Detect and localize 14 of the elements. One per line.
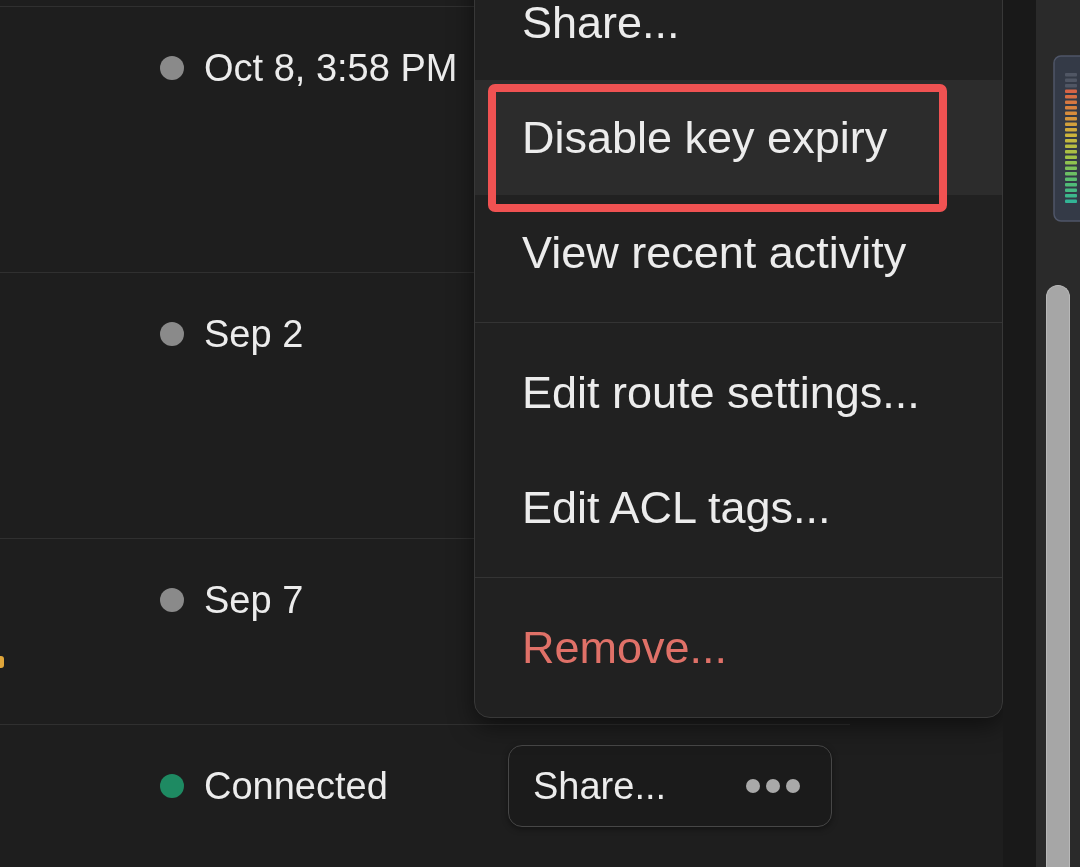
- menu-item[interactable]: Edit route settings...: [475, 335, 1002, 450]
- menu-item[interactable]: Share...: [475, 0, 1002, 80]
- status-text: Sep 7: [204, 578, 305, 622]
- status-text: Sep 2: [204, 312, 305, 356]
- scrollbar-thumb[interactable]: [1046, 285, 1070, 867]
- menu-item[interactable]: Remove...: [475, 590, 1002, 705]
- status-text: Oct 8, 3:58 PM: [204, 46, 459, 90]
- more-icon: [746, 779, 800, 793]
- menu-item[interactable]: Edit ACL tags...: [475, 450, 1002, 565]
- menu-item[interactable]: View recent activity: [475, 195, 1002, 310]
- share-button[interactable]: Share...: [533, 764, 667, 808]
- status-text: Connected: [204, 764, 389, 808]
- menu-item[interactable]: Disable key expiry: [475, 80, 1002, 195]
- level-meter-icon: [1053, 55, 1080, 222]
